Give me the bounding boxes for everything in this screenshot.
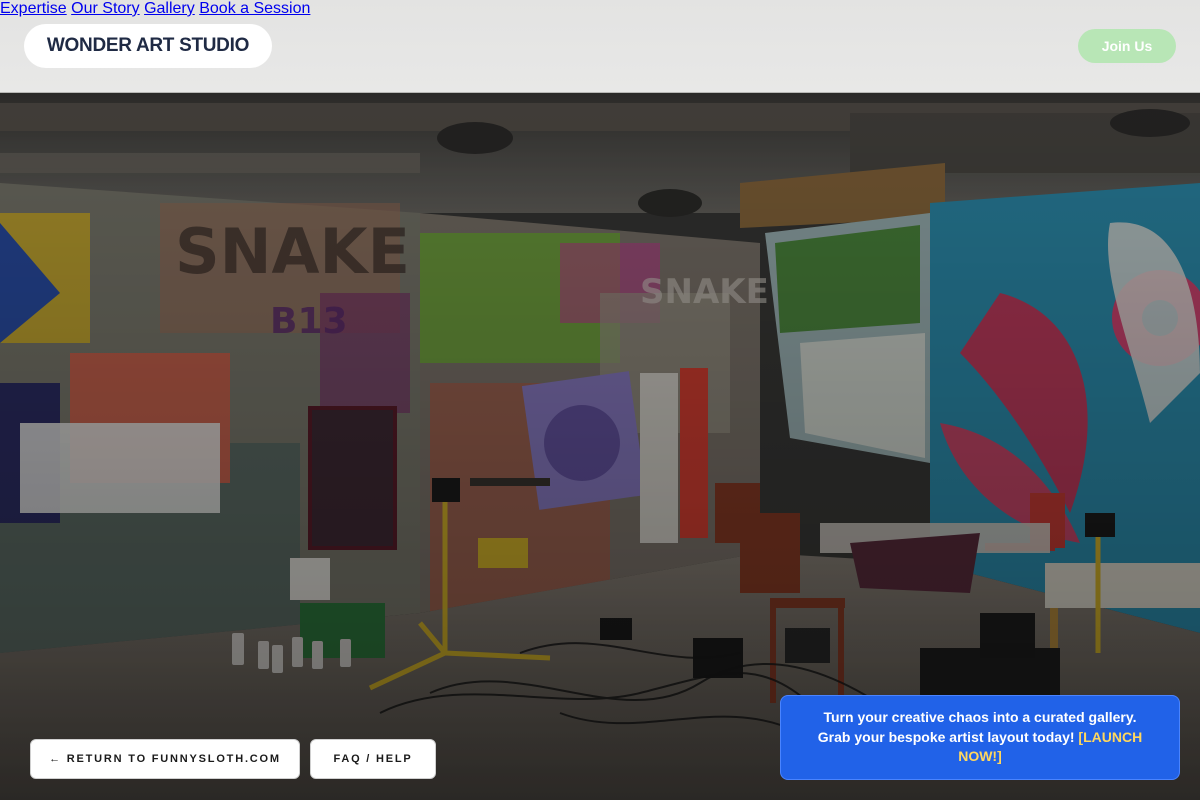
main-nav: Expertise Our Story Gallery Book a Sessi… — [0, 0, 1200, 18]
site-logo[interactable]: WONDER ART STUDIO — [24, 24, 272, 68]
promo-line-2: Grab your bespoke artist layout today! — [817, 728, 1075, 745]
site-header: WONDER ART STUDIO Expertise Our Story Ga… — [0, 0, 1200, 93]
promo-line-1: Turn your creative chaos into a curated … — [823, 709, 1137, 725]
nav-link-expertise[interactable]: Expertise — [0, 0, 67, 17]
return-to-site-button[interactable]: ← RETURN TO FUNNYSLOTH.COM — [30, 739, 300, 779]
nav-link-our-story[interactable]: Our Story — [71, 0, 139, 17]
faq-help-button[interactable]: FAQ / HELP — [310, 739, 436, 779]
nav-link-gallery[interactable]: Gallery — [144, 0, 195, 17]
nav-link-book-session[interactable]: Book a Session — [199, 0, 310, 17]
hero-image: SNAKE B13 SNAKE — [0, 93, 1200, 800]
promo-banner[interactable]: Turn your creative chaos into a curated … — [780, 695, 1180, 780]
join-us-button[interactable]: Join Us — [1078, 29, 1176, 63]
